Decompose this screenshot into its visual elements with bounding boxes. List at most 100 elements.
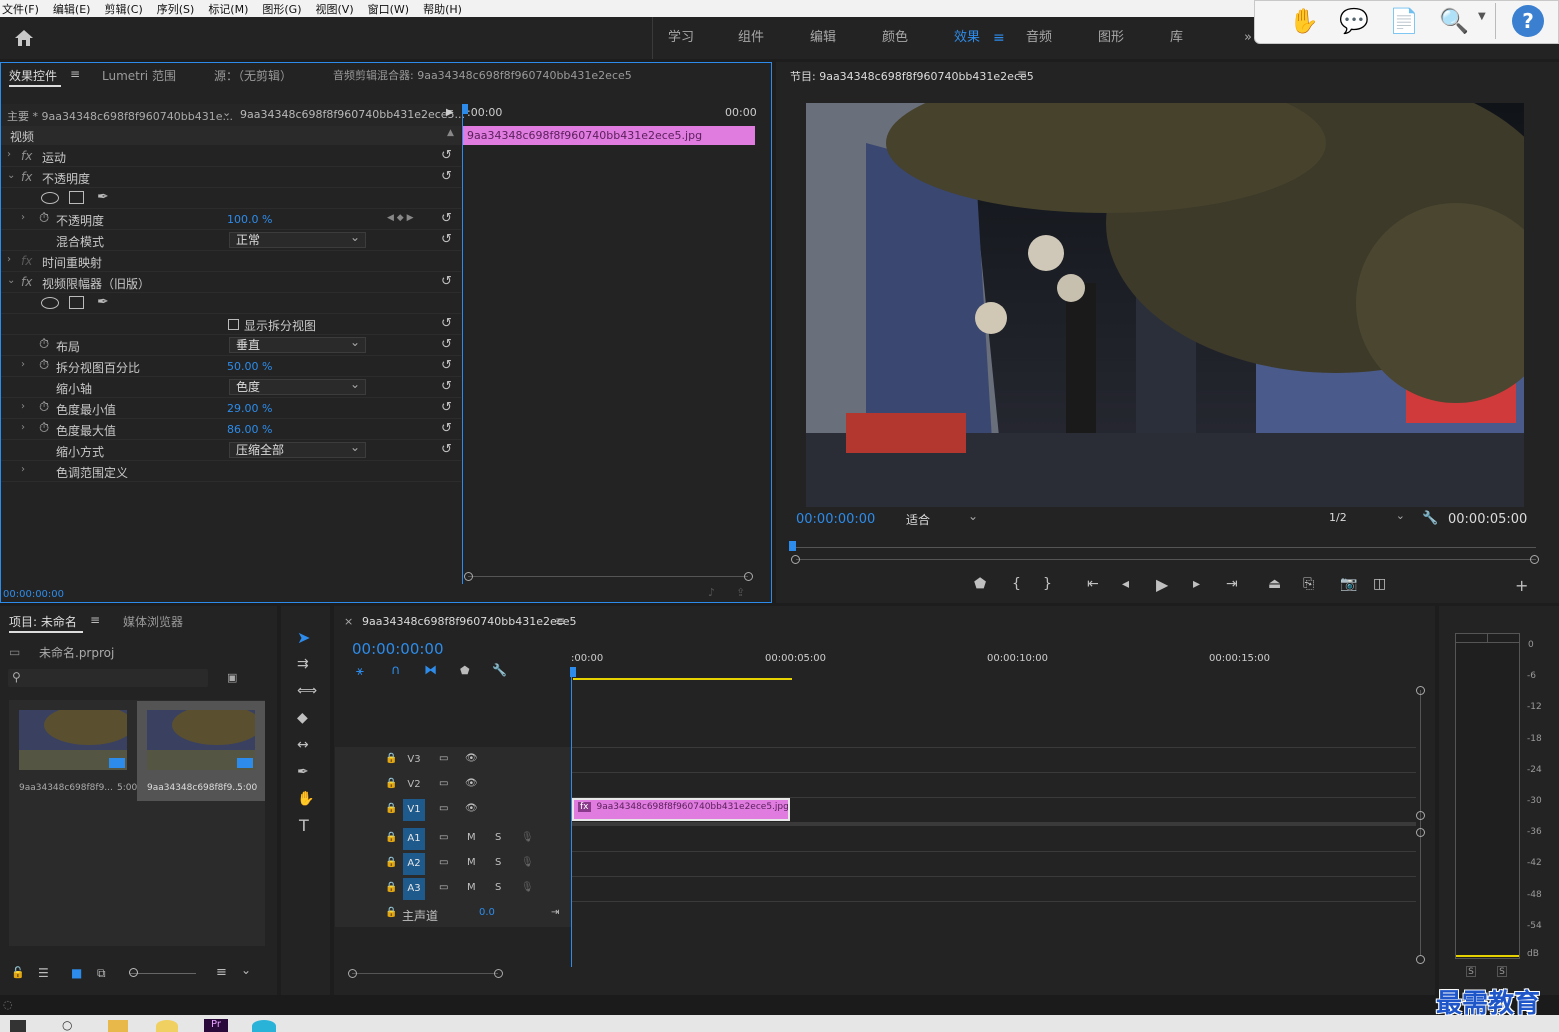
start-icon[interactable]: [10, 1020, 26, 1032]
sort-icon[interactable]: ≡: [216, 965, 227, 980]
freeform-view-icon[interactable]: ⧉: [97, 966, 106, 981]
ec-scrollbar[interactable]: [468, 576, 748, 577]
track-lock-icon[interactable]: 🔒: [385, 857, 397, 868]
keyframe-nav-icon[interactable]: ◀ ◆ ▶: [387, 213, 414, 223]
scroll-handle[interactable]: [1416, 828, 1425, 837]
track-lock-icon[interactable]: 🔒: [385, 907, 397, 918]
tab-media-browser[interactable]: 媒体浏览器: [123, 613, 183, 630]
ellipse-mask-icon[interactable]: [41, 297, 59, 309]
step-back-icon[interactable]: ◂: [1122, 576, 1129, 592]
wrench-icon[interactable]: 🔧: [1422, 511, 1438, 526]
clip-dropdown-icon[interactable]: ⌄: [222, 106, 231, 119]
app-icon[interactable]: [156, 1020, 178, 1032]
opacity-value[interactable]: 100.0 %: [227, 213, 272, 226]
extract-icon[interactable]: ⎘: [1303, 576, 1314, 592]
export-icon[interactable]: ⇪: [736, 586, 745, 599]
scroll-handle[interactable]: [1416, 686, 1425, 695]
track-target-v2[interactable]: V2: [403, 774, 425, 796]
mark-in-icon[interactable]: {: [1012, 576, 1021, 592]
lock-icon[interactable]: 🔓: [11, 966, 25, 979]
camera-icon[interactable]: 📷: [1340, 576, 1357, 592]
rectangle-mask-icon[interactable]: [69, 191, 84, 204]
track-target-v3[interactable]: V3: [403, 749, 425, 771]
ec-scroll-handle-right[interactable]: [744, 572, 753, 581]
add-marker-icon[interactable]: ⬟: [974, 576, 986, 592]
scroll-handle-left[interactable]: [348, 969, 357, 978]
workspace-color[interactable]: 颜色: [882, 17, 908, 59]
play-clip-icon[interactable]: ▶: [446, 107, 454, 118]
master-volume-value[interactable]: 0.0: [479, 907, 495, 918]
solo-right-button[interactable]: S: [1497, 966, 1507, 977]
dropdown-arrow-icon[interactable]: ▼: [1478, 11, 1486, 22]
effect-row-motion[interactable]: › fx 运动 ↺: [1, 146, 461, 167]
menu-edit[interactable]: 编辑(E): [53, 1, 91, 17]
reset-icon[interactable]: ↺: [441, 211, 452, 226]
sync-lock-icon[interactable]: ▭: [439, 778, 448, 789]
tab-source[interactable]: 源：（无剪辑）: [214, 67, 292, 87]
close-tab-icon[interactable]: ×: [344, 615, 353, 628]
program-playhead[interactable]: [789, 541, 796, 551]
pen-mask-icon[interactable]: ✒: [97, 294, 109, 310]
document-icon[interactable]: 📄: [1386, 4, 1422, 38]
comment-icon[interactable]: 💬: [1336, 4, 1372, 38]
reset-icon[interactable]: ↺: [441, 148, 452, 163]
menu-sequence[interactable]: 序列(S): [157, 1, 195, 17]
chroma-min-value[interactable]: 29.00 %: [227, 402, 272, 415]
audio-icon[interactable]: ♪: [708, 586, 715, 599]
tab-menu-icon[interactable]: ≡: [555, 614, 565, 628]
reset-icon[interactable]: ↺: [441, 169, 452, 184]
type-tool-icon[interactable]: T: [299, 816, 309, 835]
file-explorer-icon[interactable]: [108, 1020, 128, 1032]
panel-menu-icon[interactable]: ≡: [1017, 67, 1027, 81]
razor-tool-icon[interactable]: ◆: [297, 710, 308, 726]
tab-audio-clip-mixer[interactable]: 音频剪辑混合器: 9aa34348c698f8f960740bb431e2ece…: [333, 67, 632, 87]
reduce-axis-dropdown[interactable]: 色度: [229, 377, 366, 395]
comparison-view-icon[interactable]: ◫: [1373, 576, 1386, 592]
param-row-tonal-range[interactable]: › 色调范围定义: [1, 461, 461, 482]
lift-icon[interactable]: ⏏: [1268, 576, 1281, 592]
workspace-learn[interactable]: 学习: [668, 17, 694, 59]
menu-clip[interactable]: 剪辑(C): [104, 1, 142, 17]
reset-icon[interactable]: ↺: [441, 274, 452, 289]
track-lock-icon[interactable]: 🔒: [385, 753, 397, 764]
ec-footer-timecode[interactable]: 00:00:00:00: [3, 589, 64, 600]
microphone-icon[interactable]: 🎙: [521, 857, 534, 868]
vertical-scrollbar[interactable]: [1420, 690, 1421, 955]
scroll-handle[interactable]: [1416, 811, 1425, 820]
linked-selection-icon[interactable]: ⧓: [424, 663, 437, 678]
fit-dropdown[interactable]: 适合 ⌄: [901, 509, 983, 528]
eye-icon[interactable]: 👁: [465, 803, 478, 814]
menu-view[interactable]: 视图(V): [316, 1, 354, 17]
list-view-icon[interactable]: ☰: [38, 966, 49, 980]
sync-lock-icon[interactable]: ▭: [439, 832, 448, 843]
sync-lock-icon[interactable]: ▭: [439, 803, 448, 814]
solo-button[interactable]: S: [495, 857, 501, 868]
premiere-pro-icon[interactable]: Pr: [204, 1019, 228, 1032]
reduce-method-dropdown[interactable]: 压缩全部: [229, 440, 366, 458]
zoom-handle-right[interactable]: [1530, 555, 1539, 564]
ripple-edit-tool-icon[interactable]: ⟺: [297, 683, 317, 699]
ec-scroll-handle-left[interactable]: [464, 572, 473, 581]
hand-icon[interactable]: ✋: [1286, 4, 1322, 38]
blend-mode-dropdown[interactable]: 正常: [229, 230, 366, 248]
solo-button[interactable]: S: [495, 832, 501, 843]
icon-view-icon[interactable]: ■: [71, 966, 82, 980]
program-ruler[interactable]: [796, 547, 1536, 548]
pen-tool-icon[interactable]: ✒: [297, 764, 309, 780]
search-icon[interactable]: ○: [62, 1018, 72, 1032]
project-item[interactable]: 9aa34348c698f8f9... 5:00: [9, 701, 137, 801]
sequence-clip-label[interactable]: 9aa34348c698f8f960740bb431e2ece5...: [240, 108, 465, 121]
menu-graphics[interactable]: 图形(G): [262, 1, 301, 17]
menu-marker[interactable]: 标记(M): [208, 1, 248, 17]
nest-icon[interactable]: ⚹: [356, 664, 364, 679]
slip-tool-icon[interactable]: ↔: [297, 737, 309, 753]
ec-playhead[interactable]: [462, 104, 463, 584]
scroll-up-icon[interactable]: ▲: [447, 128, 454, 138]
reset-icon[interactable]: ↺: [441, 442, 452, 457]
pen-mask-icon[interactable]: ✒: [97, 189, 109, 205]
program-zoom-bar[interactable]: [796, 559, 1536, 560]
help-icon[interactable]: ?: [1512, 5, 1544, 37]
mute-button[interactable]: M: [467, 882, 476, 893]
scroll-handle[interactable]: [1416, 955, 1425, 964]
go-to-in-icon[interactable]: ⇤: [1087, 576, 1099, 592]
